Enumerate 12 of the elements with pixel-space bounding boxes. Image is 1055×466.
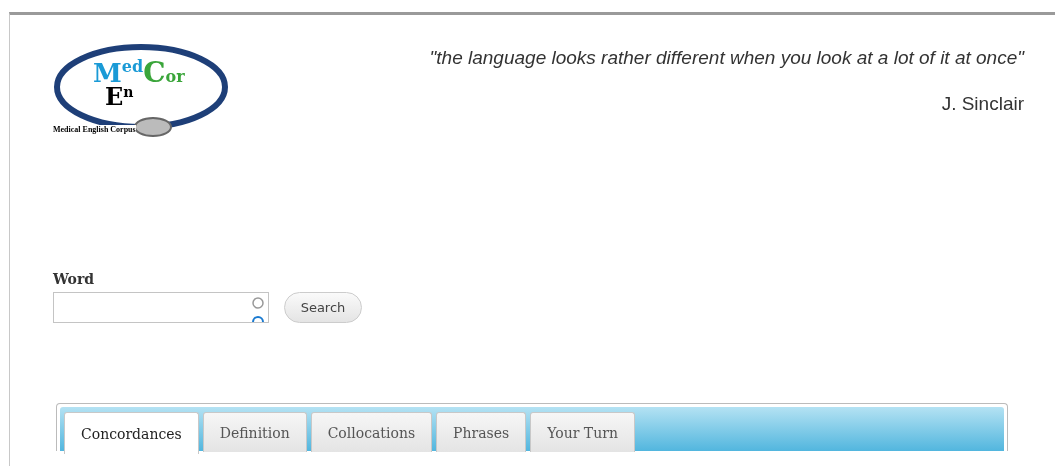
quote-author: J. Sinclair bbox=[941, 93, 1024, 115]
spinner-icon bbox=[252, 297, 264, 322]
tab[interactable]: Phrases bbox=[436, 412, 527, 452]
tab[interactable]: Your Turn bbox=[530, 412, 635, 452]
search-button[interactable]: Search bbox=[284, 292, 362, 323]
quote: "the language looks rather different when you look at a lot of it at once" bbox=[429, 47, 1024, 69]
logo-caption: Medical English Corpus bbox=[53, 125, 136, 134]
tab[interactable]: Collocations bbox=[310, 412, 433, 452]
tab[interactable]: Definition bbox=[202, 412, 307, 452]
field-label: Word bbox=[53, 271, 95, 287]
tab[interactable]: Concordances bbox=[64, 412, 199, 454]
word-field[interactable] bbox=[53, 292, 269, 323]
